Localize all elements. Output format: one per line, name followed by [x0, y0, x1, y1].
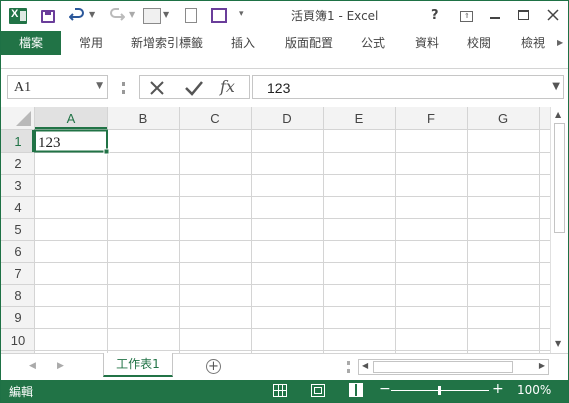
- normal-view-icon[interactable]: [273, 384, 287, 397]
- tab-split-grip-icon[interactable]: [347, 361, 350, 373]
- page-break-view-icon[interactable]: [349, 383, 363, 397]
- formula-buttons: fx: [139, 75, 250, 99]
- row-header-4[interactable]: 4: [14, 200, 21, 215]
- new-document-icon[interactable]: [185, 8, 197, 23]
- help-icon[interactable]: ?: [431, 1, 445, 31]
- formula-input-value: 123: [267, 80, 291, 96]
- row-header-3[interactable]: 3: [14, 178, 21, 193]
- row-header-9[interactable]: 9: [14, 310, 21, 325]
- scroll-right-icon[interactable]: ▶: [539, 361, 545, 370]
- undo-icon[interactable]: [68, 6, 85, 26]
- column-header-a[interactable]: A: [67, 111, 76, 126]
- enter-icon[interactable]: [184, 79, 204, 97]
- undo-dropdown-icon[interactable]: ▼: [89, 10, 95, 19]
- excel-app-icon[interactable]: X: [9, 8, 27, 24]
- vertical-scroll-thumb[interactable]: [554, 123, 565, 233]
- tab-insert[interactable]: 插入: [223, 31, 263, 55]
- maximize-icon[interactable]: [518, 10, 529, 20]
- zoom-slider-thumb[interactable]: [438, 386, 441, 395]
- print-dropdown-icon[interactable]: ▼: [163, 10, 169, 19]
- name-box-dropdown-icon[interactable]: ▼: [96, 81, 103, 91]
- minimize-icon[interactable]: [490, 17, 500, 19]
- new-sheet-icon[interactable]: +: [206, 359, 221, 374]
- column-header-c[interactable]: C: [210, 111, 219, 126]
- page-layout-view-icon[interactable]: [311, 384, 325, 397]
- sheet-scroll-left-icon[interactable]: ◀: [29, 361, 36, 371]
- sheet-tab-1[interactable]: 工作表1: [103, 353, 173, 377]
- tab-data[interactable]: 資料: [407, 31, 447, 55]
- tab-review[interactable]: 校閱: [459, 31, 499, 55]
- redo-icon[interactable]: [109, 6, 126, 26]
- tab-home[interactable]: 常用: [71, 31, 111, 55]
- zoom-in-icon[interactable]: +: [492, 381, 504, 397]
- row-header-6[interactable]: 6: [14, 244, 21, 259]
- print-preview-icon[interactable]: [143, 8, 161, 24]
- formula-bar: A1 ▼ fx 123 ▼: [1, 69, 568, 105]
- column-header-g[interactable]: G: [498, 111, 508, 126]
- row-header-7[interactable]: 7: [14, 266, 21, 281]
- vertical-scrollbar[interactable]: ▲ ▼: [550, 107, 568, 353]
- ribbon-collapsed-area: [1, 55, 568, 69]
- column-header-d[interactable]: D: [282, 111, 291, 126]
- tab-formulas[interactable]: 公式: [353, 31, 393, 55]
- row-header-1[interactable]: 1: [14, 134, 21, 149]
- status-mode: 編輯: [9, 385, 34, 399]
- excel-window: X ▼ ▼ ▼ ▾ 活頁簿1 - Excel ? ⇑ 檔案 常用 新增索引標籤 …: [0, 0, 569, 403]
- expand-formula-bar-icon[interactable]: ▼: [552, 81, 560, 92]
- redo-dropdown-icon[interactable]: ▼: [129, 10, 135, 19]
- column-header-e[interactable]: E: [355, 111, 364, 126]
- close-icon[interactable]: [546, 8, 560, 22]
- zoom-slider[interactable]: [391, 386, 489, 395]
- scroll-up-icon[interactable]: ▲: [555, 110, 561, 119]
- formula-input[interactable]: 123 ▼: [252, 75, 564, 99]
- sheet-scroll-right-icon[interactable]: ▶: [57, 361, 64, 371]
- horizontal-scroll-thumb[interactable]: [373, 361, 513, 373]
- row-header-10[interactable]: 10: [11, 333, 25, 348]
- tab-file[interactable]: 檔案: [1, 31, 61, 55]
- column-header-f[interactable]: F: [427, 111, 435, 126]
- row-header-8[interactable]: 8: [14, 288, 21, 303]
- scroll-down-icon[interactable]: ▼: [555, 339, 561, 348]
- save-icon[interactable]: [41, 10, 55, 23]
- zoom-level[interactable]: 100%: [517, 383, 551, 397]
- sheet-tab-bar: ◀ ▶ 工作表1 + ◀ ▶: [1, 353, 568, 380]
- name-box[interactable]: A1 ▼: [7, 75, 108, 99]
- worksheet-grid: A B C D E F G 1 2 3 4 5 6 7 8 9 10 123: [1, 107, 550, 353]
- tab-page-layout[interactable]: 版面配置: [277, 31, 341, 55]
- zoom-out-icon[interactable]: −: [379, 381, 391, 397]
- ribbon-display-icon[interactable]: ⇑: [460, 11, 473, 22]
- save-as-icon[interactable]: [211, 8, 227, 23]
- cell-a1-value: 123: [38, 135, 61, 151]
- window-title: 活頁簿1 - Excel: [291, 9, 379, 23]
- sheet-tab-1-label: 工作表1: [116, 357, 160, 371]
- row-header-2[interactable]: 2: [14, 156, 21, 171]
- horizontal-scrollbar[interactable]: ◀ ▶: [358, 359, 549, 375]
- row-header-5[interactable]: 5: [14, 222, 21, 237]
- cancel-icon[interactable]: [148, 79, 166, 97]
- title-bar: X ▼ ▼ ▼ ▾ 活頁簿1 - Excel ? ⇑: [1, 1, 568, 31]
- fill-handle[interactable]: [103, 148, 110, 155]
- name-box-value: A1: [14, 80, 32, 95]
- insert-function-button[interactable]: fx: [220, 77, 235, 96]
- column-header-b[interactable]: B: [139, 111, 148, 126]
- formula-bar-grip-icon[interactable]: [122, 82, 125, 94]
- tabs-scroll-right-icon[interactable]: ▶: [557, 38, 563, 47]
- customize-toolbar-icon[interactable]: ▾: [239, 9, 244, 19]
- scroll-left-icon[interactable]: ◀: [362, 361, 368, 370]
- status-bar: 編輯 − + 100%: [1, 380, 568, 402]
- tab-new-tab[interactable]: 新增索引標籤: [123, 31, 211, 55]
- ribbon-tabs: 檔案 常用 新增索引標籤 插入 版面配置 公式 資料 校閱 檢視 ▶: [1, 31, 568, 55]
- tab-view[interactable]: 檢視: [513, 31, 553, 55]
